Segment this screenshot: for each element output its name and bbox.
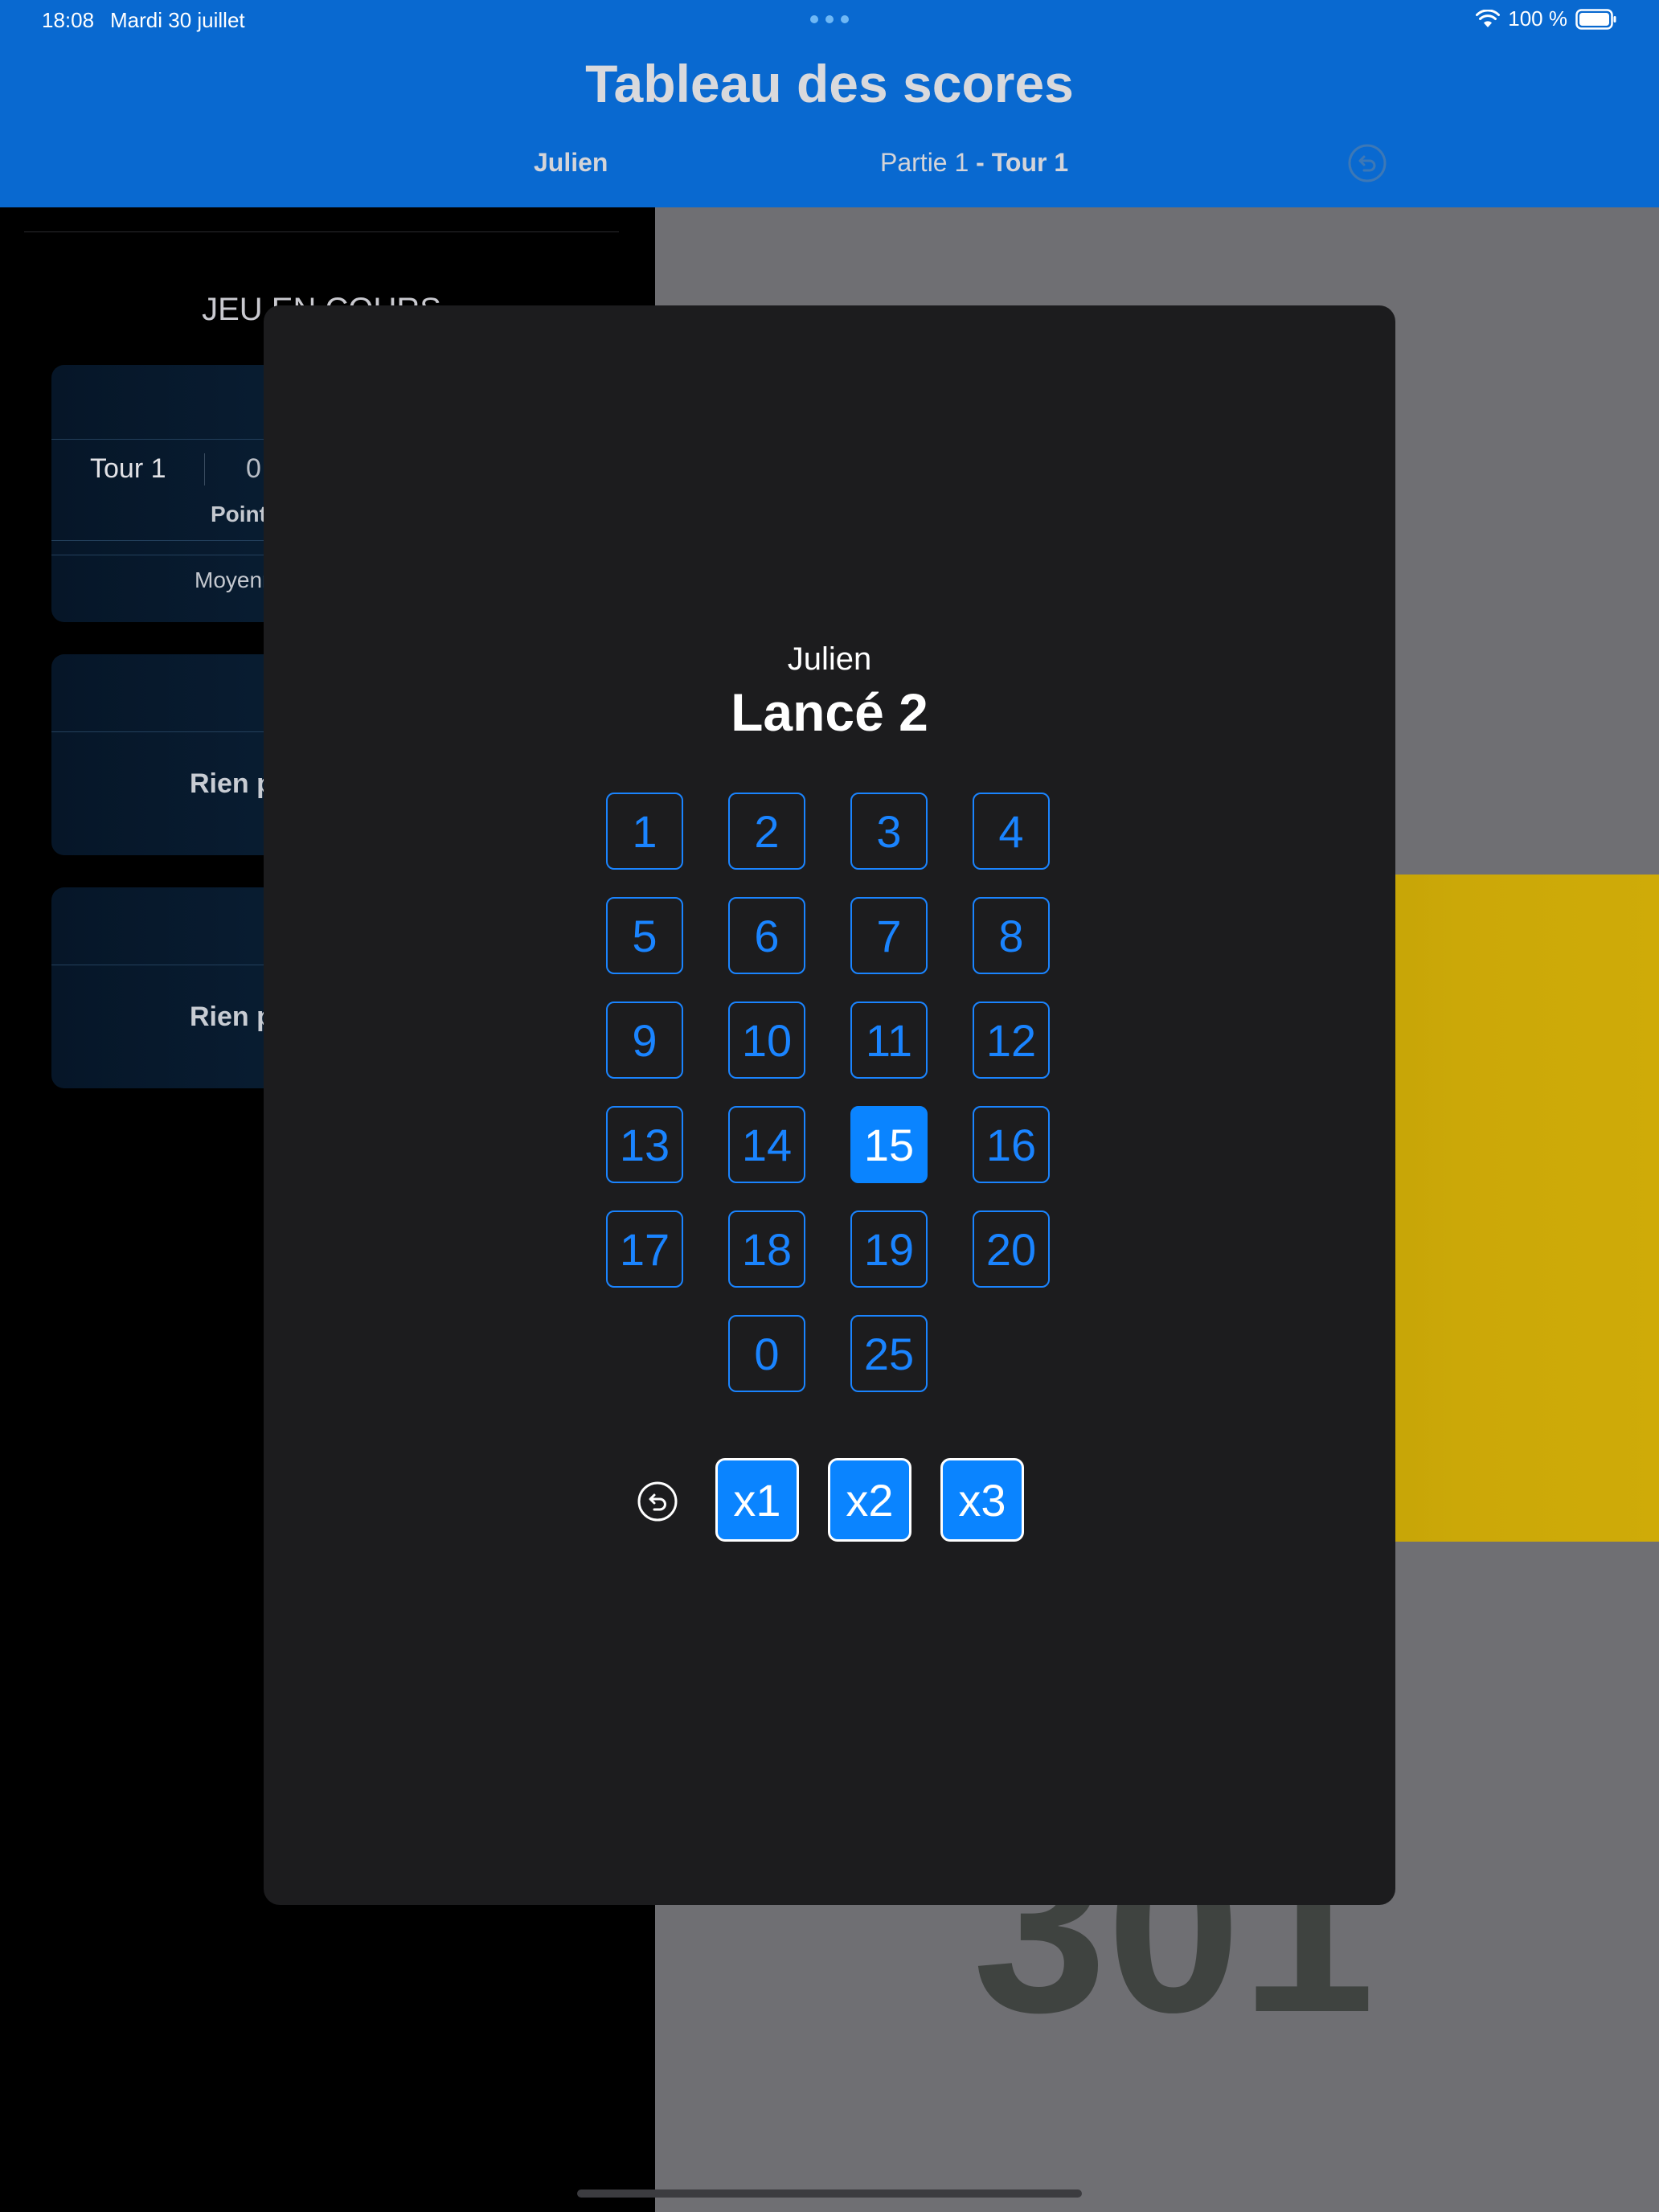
score-button-8[interactable]: 8 xyxy=(973,897,1050,974)
score-button-18[interactable]: 18 xyxy=(728,1210,805,1288)
throw-entry-modal: Julien Lancé 2 1 2 3 4 5 6 7 8 9 10 11 1… xyxy=(264,305,1395,1905)
score-button-1[interactable]: 1 xyxy=(606,793,683,870)
score-button-5[interactable]: 5 xyxy=(606,897,683,974)
score-button-7[interactable]: 7 xyxy=(850,897,928,974)
score-button-25[interactable]: 25 xyxy=(850,1315,928,1392)
throw-number-title: Lancé 2 xyxy=(731,682,928,742)
score-button-12[interactable]: 12 xyxy=(973,1002,1050,1079)
score-button-4[interactable]: 4 xyxy=(973,793,1050,870)
score-button-11[interactable]: 11 xyxy=(850,1002,928,1079)
score-button-15-selected[interactable]: 15 xyxy=(850,1106,928,1183)
score-button-3[interactable]: 3 xyxy=(850,793,928,870)
tour-number: - Tour 1 xyxy=(969,148,1069,177)
score-numpad: 1 2 3 4 5 6 7 8 9 10 11 12 13 14 15 16 1… xyxy=(606,793,1053,1392)
score-button-0[interactable]: 0 xyxy=(728,1315,805,1392)
score-button-9[interactable]: 9 xyxy=(606,1002,683,1079)
status-date: Mardi 30 juillet xyxy=(110,8,245,32)
game-number: Partie 1 xyxy=(880,148,969,177)
wifi-icon xyxy=(1476,9,1501,27)
battery-icon xyxy=(1575,8,1616,30)
score-button-20[interactable]: 20 xyxy=(973,1210,1050,1288)
tour-value: 0 xyxy=(246,453,261,484)
multiplier-x3-button[interactable]: x3 xyxy=(940,1458,1024,1542)
current-player-label: Julien xyxy=(534,148,608,177)
home-indicator[interactable] xyxy=(577,2189,1082,2198)
multitasking-dots-icon[interactable] xyxy=(810,13,849,26)
score-button-2[interactable]: 2 xyxy=(728,793,805,870)
status-indicators: 100 % xyxy=(1476,6,1617,31)
score-button-19[interactable]: 19 xyxy=(850,1210,928,1288)
score-button-14[interactable]: 14 xyxy=(728,1106,805,1183)
tour-label: Tour 1 xyxy=(90,453,166,484)
score-button-13[interactable]: 13 xyxy=(606,1106,683,1183)
multiplier-x1-button[interactable]: x1 xyxy=(715,1458,799,1542)
round-indicator: Partie 1 - Tour 1 xyxy=(880,148,1068,178)
multiplier-x2-button[interactable]: x2 xyxy=(828,1458,911,1542)
score-button-17[interactable]: 17 xyxy=(606,1210,683,1288)
modal-player-name: Julien xyxy=(787,641,872,677)
score-button-10[interactable]: 10 xyxy=(728,1002,805,1079)
undo-icon[interactable] xyxy=(1347,143,1387,183)
divider xyxy=(24,231,619,232)
score-button-16[interactable]: 16 xyxy=(973,1106,1050,1183)
undo-throw-icon[interactable] xyxy=(637,1481,678,1522)
navigation-bar: 18:08 Mardi 30 juillet 100 % Tableau des… xyxy=(0,0,1659,207)
divider xyxy=(204,453,205,485)
battery-percentage: 100 % xyxy=(1508,6,1567,31)
status-time: 18:08 xyxy=(42,8,95,32)
score-button-6[interactable]: 6 xyxy=(728,897,805,974)
page-title: Tableau des scores xyxy=(585,54,1074,113)
